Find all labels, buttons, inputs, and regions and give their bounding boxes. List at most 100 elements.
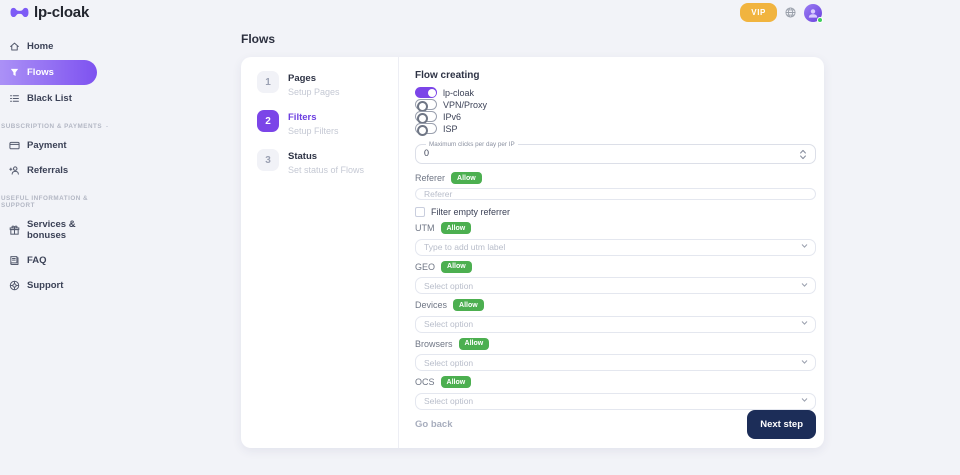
sidebar-item-label: Support (27, 280, 63, 291)
toggle-lp-cloak[interactable]: lp-cloak (415, 87, 816, 98)
geo-label: GEO (415, 262, 435, 272)
globe-icon (785, 7, 796, 18)
sidebar-item-flows[interactable]: Flows (0, 60, 97, 85)
sidebar-section-support: USEFUL INFORMATION & SUPPORT (1, 195, 108, 209)
step-filters[interactable]: 2 Filters Setup Filters (257, 110, 398, 136)
geo-select[interactable] (415, 276, 816, 295)
toggle-switch-on[interactable] (415, 87, 437, 98)
browsers-input[interactable] (415, 354, 816, 371)
page-title: Flows (241, 32, 275, 46)
browsers-select[interactable] (415, 353, 816, 372)
referer-label: Referer (415, 173, 445, 183)
utm-allow-badge: Allow (441, 222, 472, 234)
devices-label: Devices (415, 300, 447, 310)
max-clicks-input[interactable] (424, 148, 799, 160)
ocs-input[interactable] (415, 393, 816, 410)
sidebar: Home Flows Black List SUBSCRIPTION & PAY… (0, 33, 118, 299)
sidebar-item-label: FAQ (27, 255, 47, 266)
referer-input[interactable] (415, 188, 816, 200)
devices-allow-badge: Allow (453, 299, 484, 311)
user-avatar[interactable] (804, 4, 822, 22)
devices-select[interactable] (415, 314, 816, 333)
step-title: Filters (288, 112, 339, 123)
ocs-group: OCS Allow (415, 371, 816, 410)
mask-logo-icon (10, 7, 29, 19)
home-icon (9, 41, 20, 52)
sidebar-item-faq[interactable]: FAQ (0, 249, 118, 272)
max-clicks-label: Maximum clicks per day per IP (426, 141, 518, 148)
sidebar-item-services[interactable]: Services & bonuses (0, 213, 118, 247)
flow-creation-panel: 1 Pages Setup Pages 2 Filters Setup Filt… (241, 57, 824, 448)
sidebar-section-subscription: SUBSCRIPTION & PAYMENTS (1, 123, 108, 130)
vip-button[interactable]: VIP (740, 3, 777, 22)
geo-allow-badge: Allow (441, 261, 472, 273)
referer-allow-badge: Allow (451, 172, 482, 184)
step-number: 2 (257, 110, 279, 132)
toggle-ipv6[interactable]: IPv6 (415, 111, 816, 122)
filter-empty-checkbox[interactable] (415, 207, 425, 217)
toggle-switch-off[interactable] (415, 111, 437, 122)
step-number: 3 (257, 149, 279, 171)
form-footer: Go back Next step (415, 410, 816, 439)
language-button[interactable] (785, 7, 796, 18)
toggle-vpn-proxy[interactable]: VPN/Proxy (415, 99, 816, 110)
filter-empty-referrer-row[interactable]: Filter empty referrer (415, 207, 816, 217)
credit-card-icon (9, 140, 20, 151)
browsers-group: Browsers Allow (415, 333, 816, 372)
step-title: Status (288, 151, 364, 162)
sidebar-item-label: Referrals (27, 165, 68, 176)
step-subtitle: Set status of Flows (288, 165, 364, 175)
filters-form: Flow creating lp-cloak VPN/Proxy IPv6 IS… (399, 57, 824, 448)
browsers-allow-badge: Allow (459, 338, 490, 350)
sidebar-item-support[interactable]: Support (0, 274, 118, 297)
divider (106, 126, 108, 127)
utm-input[interactable] (415, 239, 816, 256)
browsers-label: Browsers (415, 339, 453, 349)
max-clicks-field: Maximum clicks per day per IP (415, 141, 816, 164)
stepper: 1 Pages Setup Pages 2 Filters Setup Filt… (241, 57, 399, 448)
step-number: 1 (257, 71, 279, 93)
faq-book-icon (9, 255, 20, 266)
sidebar-item-referrals[interactable]: Referrals (0, 159, 118, 182)
header-actions: VIP (740, 3, 822, 22)
toggle-isp[interactable]: ISP (415, 123, 816, 134)
next-step-button[interactable]: Next step (747, 410, 816, 439)
lifebuoy-icon (9, 280, 20, 291)
filter-empty-label: Filter empty referrer (431, 207, 510, 217)
flows-icon (9, 67, 20, 78)
geo-group: GEO Allow (415, 256, 816, 295)
step-title: Pages (288, 73, 340, 84)
step-status[interactable]: 3 Status Set status of Flows (257, 149, 398, 175)
ocs-label: OCS (415, 377, 435, 387)
gift-icon (9, 225, 20, 236)
list-icon (9, 93, 20, 104)
brand-name: lp-cloak (34, 4, 89, 21)
ocs-allow-badge: Allow (441, 376, 472, 388)
devices-input[interactable] (415, 316, 816, 333)
ocs-select[interactable] (415, 391, 816, 410)
add-user-icon (9, 165, 20, 176)
form-title: Flow creating (415, 70, 816, 81)
number-stepper[interactable] (799, 149, 807, 160)
utm-select[interactable] (415, 237, 816, 256)
utm-group: UTM Allow (415, 217, 816, 256)
app-logo[interactable]: lp-cloak (10, 4, 89, 21)
toggle-switch-off[interactable] (415, 123, 437, 134)
step-subtitle: Setup Pages (288, 87, 340, 97)
toggle-switch-off[interactable] (415, 99, 437, 110)
go-back-button[interactable]: Go back (415, 419, 453, 430)
sidebar-item-home[interactable]: Home (0, 35, 118, 58)
step-subtitle: Setup Filters (288, 126, 339, 136)
sidebar-item-label: Home (27, 41, 53, 52)
devices-group: Devices Allow (415, 294, 816, 333)
stepper-arrows-icon (799, 149, 807, 160)
sidebar-item-label: Flows (27, 67, 54, 78)
referer-label-row: Referer Allow (415, 172, 816, 184)
sidebar-item-payment[interactable]: Payment (0, 134, 118, 157)
utm-label: UTM (415, 223, 435, 233)
sidebar-item-label: Services & bonuses (27, 219, 110, 241)
step-pages[interactable]: 1 Pages Setup Pages (257, 71, 398, 97)
online-status-dot (817, 17, 823, 23)
sidebar-item-black-list[interactable]: Black List (0, 87, 118, 110)
geo-input[interactable] (415, 277, 816, 294)
